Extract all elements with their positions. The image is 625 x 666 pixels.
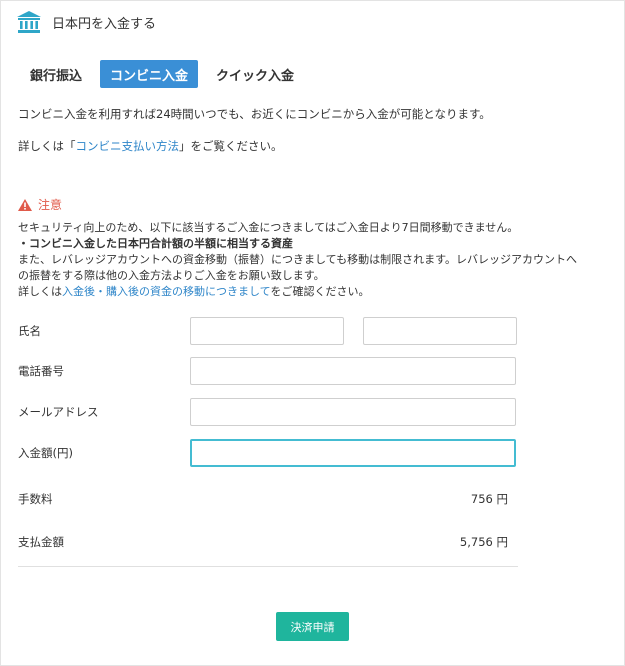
tab-quick-deposit[interactable]: クイック入金 <box>206 60 304 88</box>
amount-label: 入金額(円) <box>18 446 73 460</box>
caution-line-5-suffix: をご確認ください。 <box>270 285 370 298</box>
last-name-input[interactable] <box>190 317 344 345</box>
name-row: 氏名 <box>18 317 518 345</box>
amount-row: 入金額(円) <box>18 439 518 467</box>
caution-line-1: セキュリティ向上のため、以下に該当するご入金につきましてはご入金日より7日間移動… <box>18 221 519 234</box>
caution-line-4: の振替をする際は他の入金方法よりご入金をお願い致します。 <box>18 269 325 282</box>
bank-icon <box>16 10 42 34</box>
amount-input[interactable] <box>190 439 516 467</box>
page-header: 日本円を入金する <box>0 0 625 44</box>
details-suffix: 」をご覧ください。 <box>179 139 283 153</box>
email-label: メールアドレス <box>18 405 99 419</box>
tab-bank-transfer[interactable]: 銀行振込 <box>20 60 92 88</box>
first-name-input[interactable] <box>363 317 517 345</box>
submit-payment-button[interactable]: 決済申請 <box>276 612 349 641</box>
caution-line-5-prefix: 詳しくは <box>18 285 62 298</box>
email-input[interactable] <box>190 398 516 426</box>
total-value: 5,756 円 <box>459 535 508 549</box>
total-row: 支払金額 5,756 円 <box>18 532 518 552</box>
email-row: メールアドレス <box>18 398 518 426</box>
caution-heading: 注意 <box>18 196 62 213</box>
convenience-payment-link[interactable]: コンビニ支払い方法 <box>76 139 180 153</box>
fund-transfer-info-link[interactable]: 入金後・購入後の資金の移動につきまして <box>62 285 270 298</box>
phone-row: 電話番号 <box>18 357 518 385</box>
fee-row: 手数料 756 円 <box>18 489 518 509</box>
phone-label: 電話番号 <box>18 364 64 378</box>
details-prefix: 詳しくは「 <box>18 139 76 153</box>
details-text: 詳しくは「コンビニ支払い方法」をご覧ください。 <box>18 138 283 154</box>
caution-line-3: また、レバレッジアカウントへの資金移動（振替）につきましても移動は制限されます。… <box>18 253 578 266</box>
divider <box>18 566 518 567</box>
deposit-method-tabs: 銀行振込 コンビニ入金 クイック入金 <box>20 60 304 88</box>
caution-bold-line: ・コンビニ入金した日本円合計額の半額に相当する資産 <box>18 237 293 250</box>
phone-input[interactable] <box>190 357 516 385</box>
fee-value: 756 円 <box>470 492 508 506</box>
fee-label: 手数料 <box>18 492 53 506</box>
intro-text: コンビニ入金を利用すれば24時間いつでも、お近くにコンビニから入金が可能となりま… <box>18 107 491 121</box>
warning-icon <box>18 198 32 211</box>
tab-convenience-store[interactable]: コンビニ入金 <box>100 60 199 88</box>
total-label: 支払金額 <box>18 535 64 549</box>
page-title: 日本円を入金する <box>52 16 157 32</box>
caution-title: 注意 <box>38 198 63 212</box>
caution-notice: セキュリティ向上のため、以下に該当するご入金につきましてはご入金日より7日間移動… <box>18 220 603 300</box>
name-label: 氏名 <box>18 324 41 338</box>
caution-line-5: 詳しくは入金後・購入後の資金の移動につきましてをご確認ください。 <box>18 284 603 300</box>
